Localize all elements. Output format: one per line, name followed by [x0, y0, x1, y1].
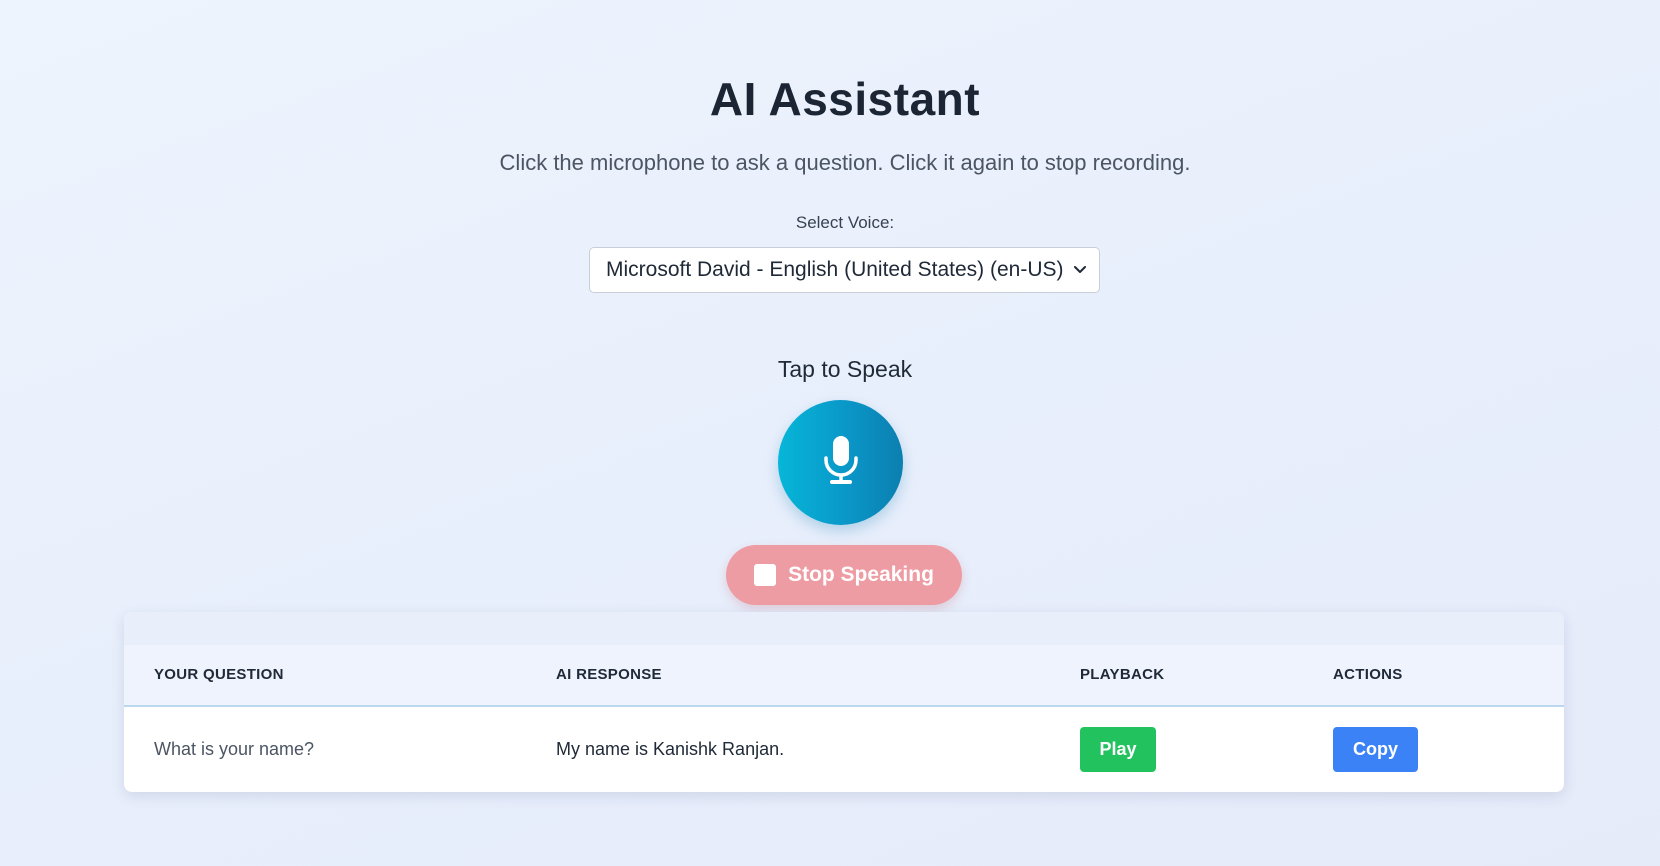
column-header-question: YOUR QUESTION: [154, 666, 284, 683]
column-header-playback: PLAYBACK: [1080, 666, 1165, 683]
voice-select-value: Microsoft David - English (United States…: [606, 258, 1064, 281]
page-subtitle: Click the microphone to ask a question. …: [499, 150, 1191, 175]
chevron-down-icon: [1073, 263, 1087, 277]
copy-button[interactable]: Copy: [1333, 727, 1418, 772]
stop-square-icon: [754, 564, 777, 586]
voice-select[interactable]: Microsoft David - English (United States…: [589, 247, 1100, 293]
page-title: AI Assistant: [709, 73, 981, 125]
play-button[interactable]: Play: [1080, 727, 1156, 772]
response-cell: My name is Kanishk Ranjan.: [556, 739, 785, 759]
table-top-strip: [124, 612, 1564, 645]
table-row: What is your name? My name is Kanishk Ra…: [124, 707, 1564, 792]
question-cell: What is your name?: [154, 739, 315, 759]
voice-select-label: Select Voice:: [795, 213, 895, 232]
table-header-row: YOUR QUESTION AI RESPONSE PLAYBACK ACTIO…: [124, 645, 1564, 707]
conversation-table: YOUR QUESTION AI RESPONSE PLAYBACK ACTIO…: [124, 612, 1564, 792]
microphone-icon: [821, 434, 861, 491]
column-header-actions: ACTIONS: [1333, 666, 1403, 683]
stop-speaking-button[interactable]: Stop Speaking: [726, 545, 962, 605]
tap-to-speak-label: Tap to Speak: [777, 356, 913, 382]
microphone-button[interactable]: [778, 400, 903, 525]
stop-speaking-label: Stop Speaking: [788, 563, 934, 586]
column-header-response: AI RESPONSE: [556, 666, 662, 683]
